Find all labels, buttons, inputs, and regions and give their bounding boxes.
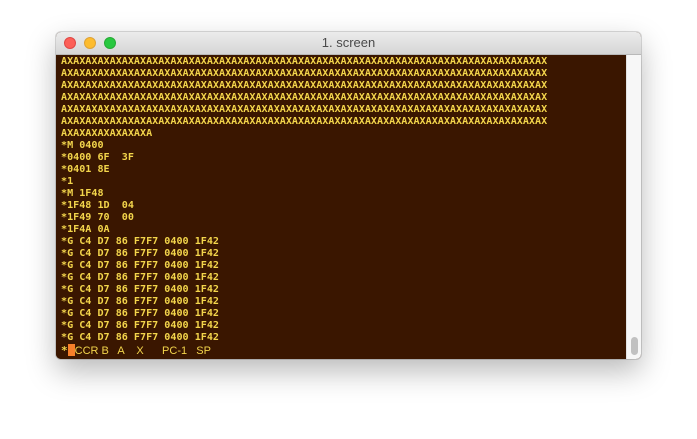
terminal-line: AXAXAXAXAXAXAXA [61,128,153,139]
terminal-line: *0401 8E [61,164,110,175]
vertical-scrollbar[interactable] [626,55,641,359]
terminal-line: *M 1F48 [61,188,104,199]
terminal-line: *1F4A 0A [61,224,110,235]
terminal-line: *1 [61,176,74,187]
text-cursor [67,344,75,356]
terminal-line: *G C4 D7 86 F7F7 0400 1F42 [61,272,220,283]
terminal-line: *G C4 D7 86 F7F7 0400 1F42 [61,284,220,295]
terminal-output: AXAXAXAXAXAXAXAXAXAXAXAXAXAXAXAXAXAXAXAX… [61,56,626,344]
terminal-line: *G C4 D7 86 F7F7 0400 1F42 [61,308,220,319]
terminal-line: *G C4 D7 86 F7F7 0400 1F42 [61,296,220,307]
terminal-line: *1F49 70 00 [61,212,134,223]
prompt-symbol: * [61,344,68,357]
terminal-line: *G C4 D7 86 F7F7 0400 1F42 [61,248,220,259]
terminal-line: AXAXAXAXAXAXAXAXAXAXAXAXAXAXAXAXAXAXAXAX… [61,92,548,103]
terminal-line: AXAXAXAXAXAXAXAXAXAXAXAXAXAXAXAXAXAXAXAX… [61,56,548,67]
terminal-line: AXAXAXAXAXAXAXAXAXAXAXAXAXAXAXAXAXAXAXAX… [61,104,548,115]
terminal-screen[interactable]: AXAXAXAXAXAXAXAXAXAXAXAXAXAXAXAXAXAXAXAX… [56,55,626,359]
title-bar[interactable]: 1. screen [56,32,641,55]
terminal-line: *G C4 D7 86 F7F7 0400 1F42 [61,320,220,331]
terminal-line: *0400 6F 3F [61,152,134,163]
window-title: 1. screen [321,35,376,50]
terminal-line: *G C4 D7 86 F7F7 0400 1F42 [61,260,220,271]
terminal-window: 1. screen AXAXAXAXAXAXAXAXAXAXAXAXAXAXAX… [56,32,641,359]
register-header: CCR B A X PC-1 SP [74,345,211,357]
terminal-line: *M 0400 [61,140,104,151]
terminal-line: AXAXAXAXAXAXAXAXAXAXAXAXAXAXAXAXAXAXAXAX… [61,68,548,79]
terminal-line: *G C4 D7 86 F7F7 0400 1F42 [61,236,220,247]
scrollbar-thumb[interactable] [631,337,638,355]
terminal-input-line[interactable]: * CCR B A X PC-1 SP [61,344,211,358]
terminal-line: AXAXAXAXAXAXAXAXAXAXAXAXAXAXAXAXAXAXAXAX… [61,116,548,127]
terminal-line: *G C4 D7 86 F7F7 0400 1F42 [61,332,220,343]
terminal-line: AXAXAXAXAXAXAXAXAXAXAXAXAXAXAXAXAXAXAXAX… [61,80,548,91]
terminal-line: *1F48 1D 04 [61,200,134,211]
